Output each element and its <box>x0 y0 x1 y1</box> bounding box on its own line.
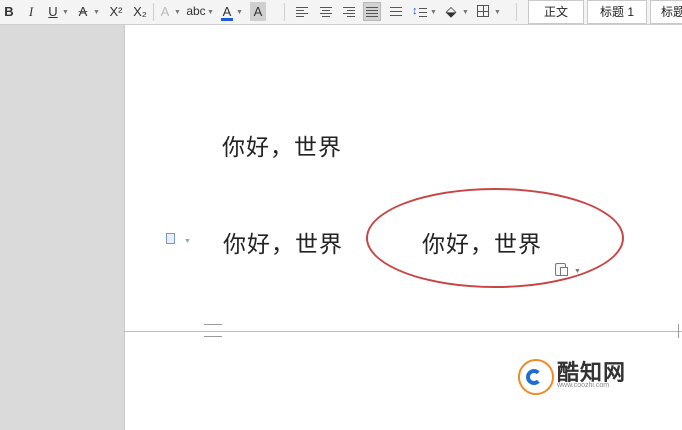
formatting-toolbar: B I U ▼ A ▼ X² X₂ A ▼ abc ▼ A ▼ A ↕ ▼ ⬙ … <box>0 0 682 25</box>
strikethrough-button[interactable]: A <box>76 2 90 21</box>
toolbar-separator <box>153 3 154 21</box>
subscript-button[interactable]: X₂ <box>130 2 150 21</box>
style-heading-2[interactable]: 标题 <box>650 0 682 24</box>
paragraph-line-2[interactable]: 你好，世界 <box>223 225 343 259</box>
justify-button[interactable] <box>363 2 381 21</box>
borders-dropdown-icon[interactable]: ▼ <box>494 9 501 16</box>
document-background <box>0 25 124 430</box>
toolbar-separator <box>284 3 285 21</box>
text-effect-button[interactable]: A <box>158 2 172 21</box>
page-corner-mark <box>204 324 222 325</box>
font-color-label: A <box>222 4 232 19</box>
red-annotation-circle <box>366 188 624 288</box>
align-right-icon <box>343 7 355 8</box>
paste-options-icon[interactable] <box>555 262 569 277</box>
line-spacing-button[interactable]: ↕ <box>412 2 428 21</box>
bold-button[interactable]: B <box>2 2 16 21</box>
paragraph-marker-icon[interactable] <box>166 233 177 246</box>
character-shading-button[interactable]: A <box>250 2 266 21</box>
distributed-align-icon <box>390 7 402 8</box>
font-color-bar <box>221 18 233 21</box>
toolbar-separator <box>516 3 517 21</box>
shading-dropdown-icon[interactable]: ▼ <box>462 9 469 16</box>
page-break-line <box>124 331 682 332</box>
line-spacing-icon: ↕ <box>412 5 418 17</box>
paragraph-line-1[interactable]: 你好，世界 <box>222 128 342 162</box>
paragraph-marker-dropdown-icon[interactable]: ▼ <box>184 238 191 245</box>
underline-button[interactable]: U <box>46 2 60 21</box>
style-normal[interactable]: 正文 <box>528 0 584 24</box>
borders-button[interactable] <box>475 2 491 21</box>
font-color-dropdown-icon[interactable]: ▼ <box>236 9 243 16</box>
style-heading-1[interactable]: 标题 1 <box>587 0 647 24</box>
align-left-button[interactable] <box>294 2 310 21</box>
document-page[interactable] <box>124 25 682 331</box>
paint-bucket-icon: ⬙ <box>445 3 457 19</box>
page-corner-mark <box>204 336 222 337</box>
page-corner-mark <box>678 324 679 338</box>
underline-dropdown-icon[interactable]: ▼ <box>62 9 69 16</box>
italic-button[interactable]: I <box>24 2 38 21</box>
align-right-button[interactable] <box>341 2 357 21</box>
coozhi-logo-icon <box>518 359 554 395</box>
watermark-url: www.coozhi.com <box>557 382 610 389</box>
text-effect-dropdown-icon[interactable]: ▼ <box>174 9 181 16</box>
font-color-button[interactable]: A <box>220 2 234 21</box>
pinyin-guide-button[interactable]: abc <box>186 2 206 21</box>
justify-icon <box>366 7 378 8</box>
pinyin-dropdown-icon[interactable]: ▼ <box>207 9 214 16</box>
line-spacing-dropdown-icon[interactable]: ▼ <box>430 9 437 16</box>
strikethrough-dropdown-icon[interactable]: ▼ <box>93 9 100 16</box>
align-center-icon <box>320 7 332 8</box>
align-left-icon <box>296 7 308 8</box>
shading-fill-button[interactable]: ⬙ <box>443 2 459 21</box>
distributed-align-button[interactable] <box>388 2 404 21</box>
align-center-button[interactable] <box>318 2 334 21</box>
superscript-button[interactable]: X² <box>106 2 126 21</box>
paste-options-dropdown-icon[interactable]: ▼ <box>574 268 581 275</box>
